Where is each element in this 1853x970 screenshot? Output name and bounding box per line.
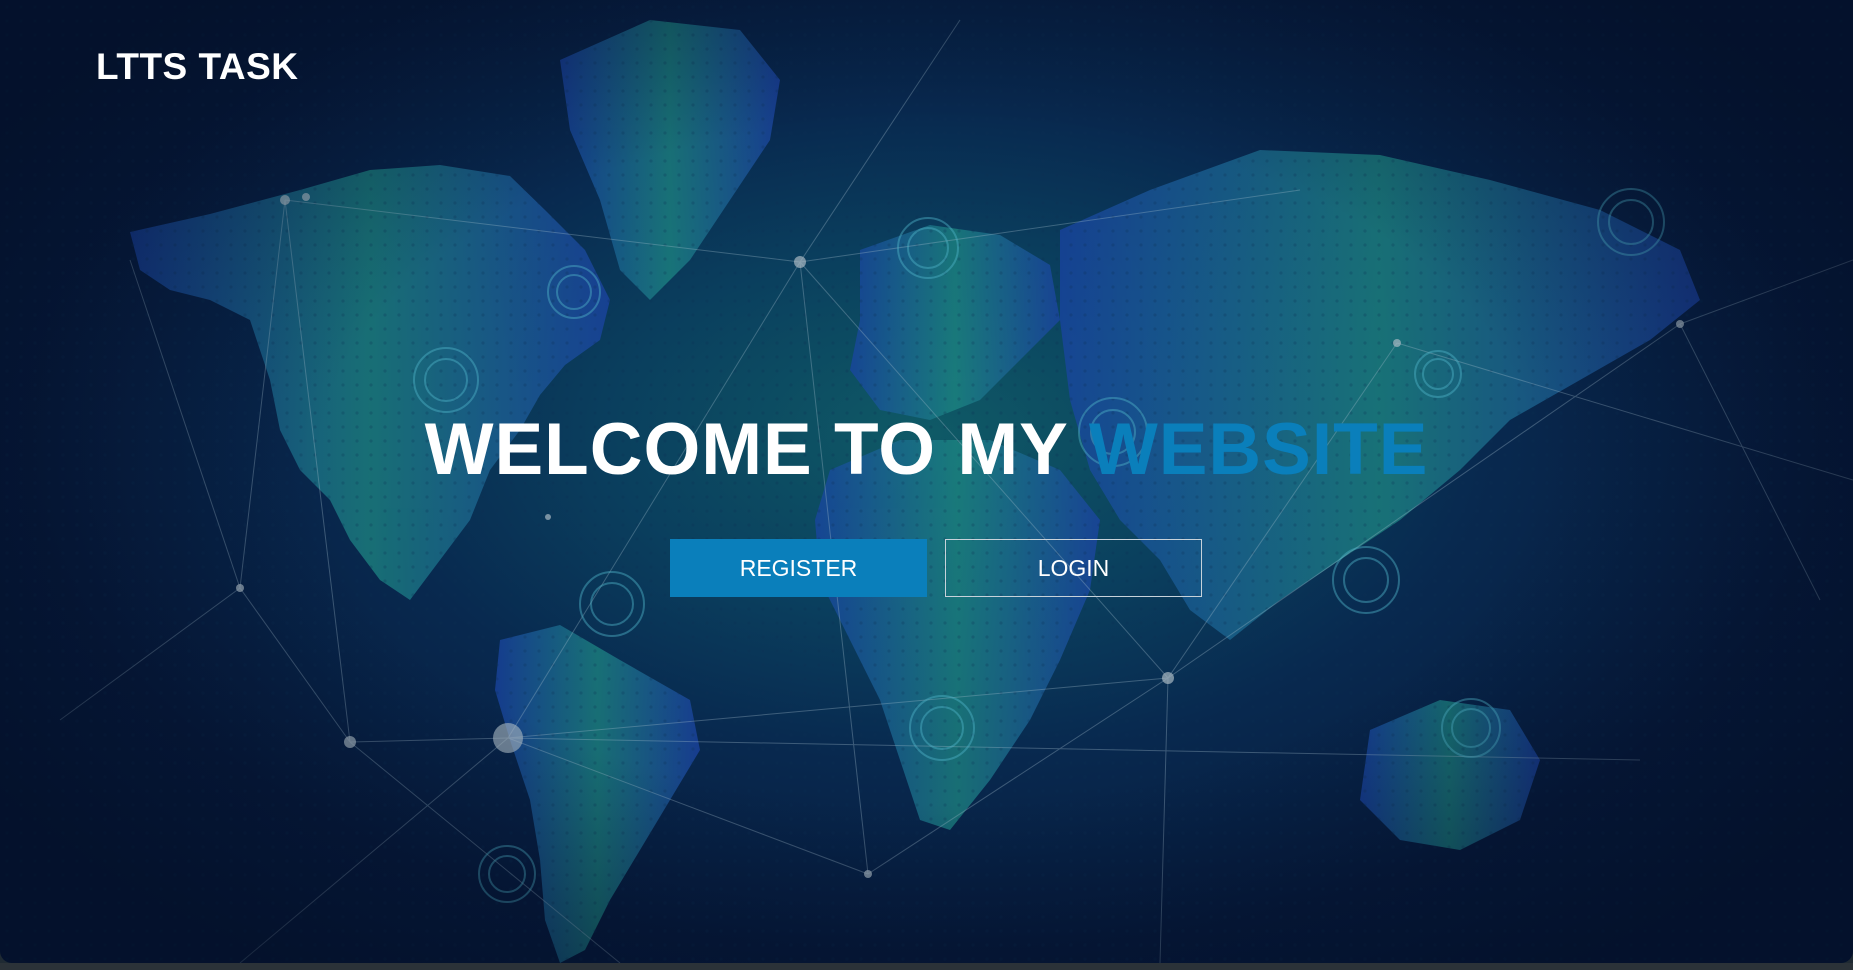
site-logo[interactable]: LTTS TASK [96, 46, 299, 88]
window-bottom-edge [0, 963, 1853, 970]
hero-title-main: WELCOME TO MY [424, 409, 1068, 490]
landing-page: LTTS TASK WELCOME TO MY WEBSITE REGISTER… [0, 0, 1853, 963]
hero-title-accent: WEBSITE [1088, 409, 1429, 490]
hero-title: WELCOME TO MY WEBSITE [0, 405, 1853, 495]
login-button[interactable]: LOGIN [945, 539, 1202, 597]
register-button[interactable]: REGISTER [670, 539, 927, 597]
hero-actions: REGISTER LOGIN [670, 539, 1202, 597]
